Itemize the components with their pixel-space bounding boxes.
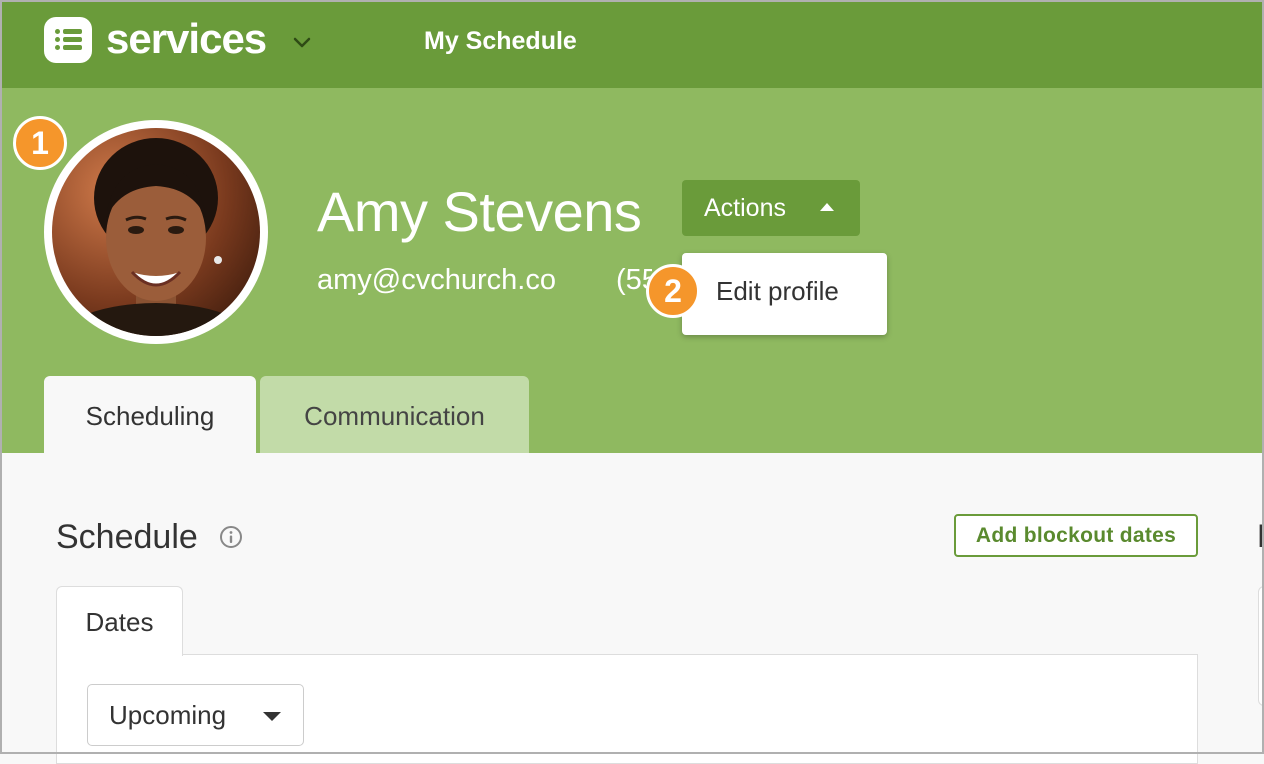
tab-scheduling[interactable]: Scheduling <box>44 376 256 453</box>
top-navigation-bar: services My Schedule <box>0 0 1264 88</box>
truncated-heading: B <box>1257 522 1264 550</box>
avatar[interactable] <box>44 120 268 344</box>
app-name[interactable]: services <box>106 14 267 64</box>
caret-up-icon <box>820 203 834 211</box>
tab-dates[interactable]: Dates <box>56 586 183 656</box>
actions-button[interactable]: Actions <box>682 180 860 236</box>
actions-dropdown-menu: Edit profile <box>682 253 887 335</box>
add-blockout-dates-button[interactable]: Add blockout dates <box>954 514 1198 557</box>
profile-name: Amy Stevens <box>317 180 642 243</box>
profile-email[interactable]: amy@cvchurch.co <box>317 262 556 298</box>
upcoming-filter-value: Upcoming <box>109 700 227 730</box>
list-icon[interactable] <box>44 17 92 63</box>
callout-badge-1: 1 <box>13 116 67 170</box>
tab-communication[interactable]: Communication <box>260 376 529 453</box>
callout-badge-2: 2 <box>646 264 700 318</box>
section-title-schedule: Schedule <box>56 518 198 556</box>
upcoming-filter-select[interactable]: Upcoming <box>87 684 304 746</box>
menu-item-edit-profile[interactable]: Edit profile <box>716 275 839 307</box>
person-photo-icon <box>52 128 260 336</box>
nav-my-schedule[interactable]: My Schedule <box>424 26 577 56</box>
actions-button-label: Actions <box>704 194 786 222</box>
info-icon[interactable] <box>219 525 243 549</box>
chevron-down-icon[interactable] <box>290 30 314 54</box>
caret-down-icon <box>263 712 281 721</box>
truncated-panel <box>1258 586 1264 706</box>
